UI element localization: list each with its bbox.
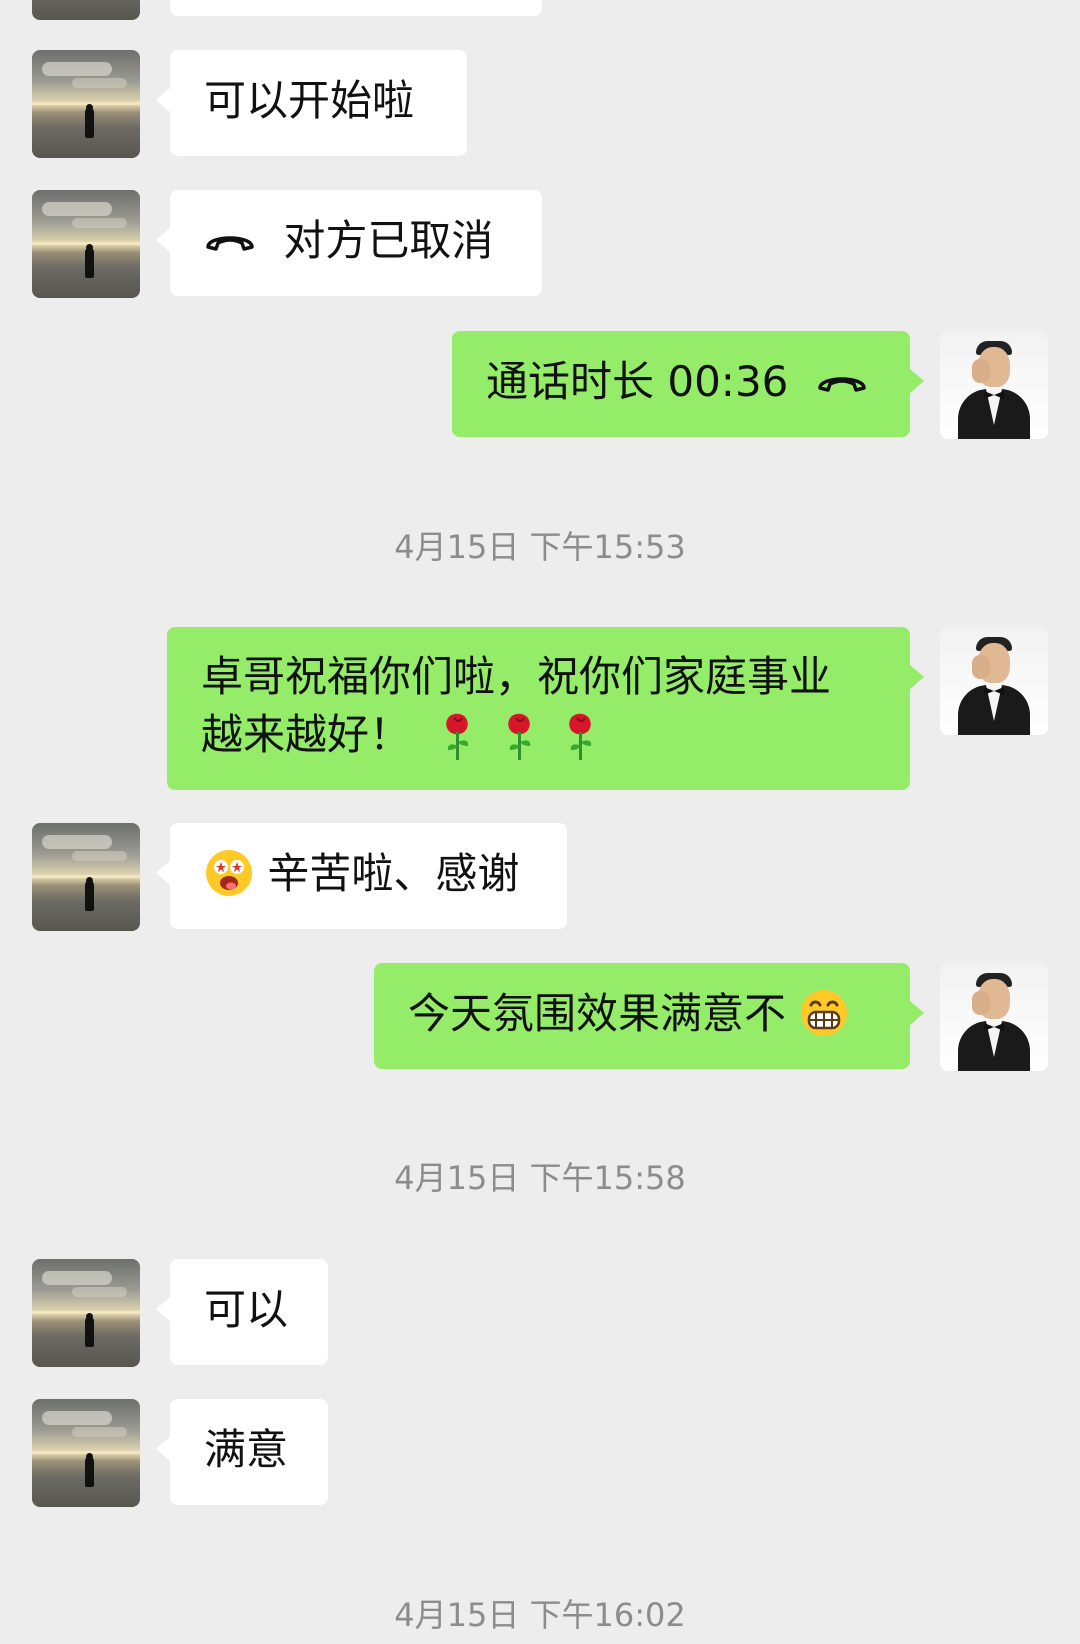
message-text: 可以开始啦: [204, 76, 415, 125]
rose-icon: [569, 713, 592, 760]
call-cancelled-bubble[interactable]: 对方已取消: [156, 190, 542, 296]
chat-view: 可以开始啦 对方已取消 通话时长 00:36 4月15日 下午15:53 卓哥祝…: [0, 0, 1080, 1644]
message-bubble[interactable]: 卓哥祝福你们啦，祝你们家庭事业越来越好！: [167, 627, 924, 790]
timestamp: 4月15日 下午15:58: [394, 1159, 686, 1197]
rose-icon: [507, 713, 530, 760]
my-avatar[interactable]: [940, 331, 1048, 439]
message-bubble[interactable]: 满意: [156, 1399, 328, 1505]
my-avatar[interactable]: [940, 627, 1048, 735]
message-bubble[interactable]: 辛苦啦、感谢: [156, 823, 567, 929]
contact-avatar[interactable]: [32, 190, 140, 298]
message-bubble[interactable]: 可以开始啦: [156, 50, 467, 156]
message-bubble[interactable]: 可以: [156, 1259, 328, 1365]
message-text: 对方已取消: [283, 216, 494, 265]
message-bubble-partial[interactable]: [170, 0, 542, 16]
contact-avatar[interactable]: [32, 1259, 140, 1367]
timestamp: 4月15日 下午15:53: [394, 528, 686, 566]
timestamp: 4月15日 下午16:02: [394, 1596, 686, 1634]
my-avatar[interactable]: [940, 963, 1048, 1071]
message-text: 可以: [204, 1285, 289, 1334]
rose-icon: [446, 713, 469, 760]
contact-avatar[interactable]: [32, 823, 140, 931]
contact-avatar[interactable]: [32, 0, 140, 20]
phone-hangup-icon: [818, 376, 866, 392]
contact-avatar[interactable]: [32, 50, 140, 158]
contact-avatar[interactable]: [32, 1399, 140, 1507]
call-duration-bubble[interactable]: 通话时长 00:36: [452, 331, 924, 437]
message-text: 辛苦啦、感谢: [267, 849, 520, 898]
message-text: 通话时长 00:36: [486, 357, 789, 406]
star-struck-face-icon: [206, 849, 252, 896]
phone-hangup-icon: [206, 235, 254, 251]
message-bubble[interactable]: 今天氛围效果满意不: [374, 963, 924, 1069]
message-text: 今天氛围效果满意不: [408, 989, 787, 1038]
grinning-face-icon: [801, 989, 848, 1036]
message-text: 满意: [204, 1425, 289, 1474]
